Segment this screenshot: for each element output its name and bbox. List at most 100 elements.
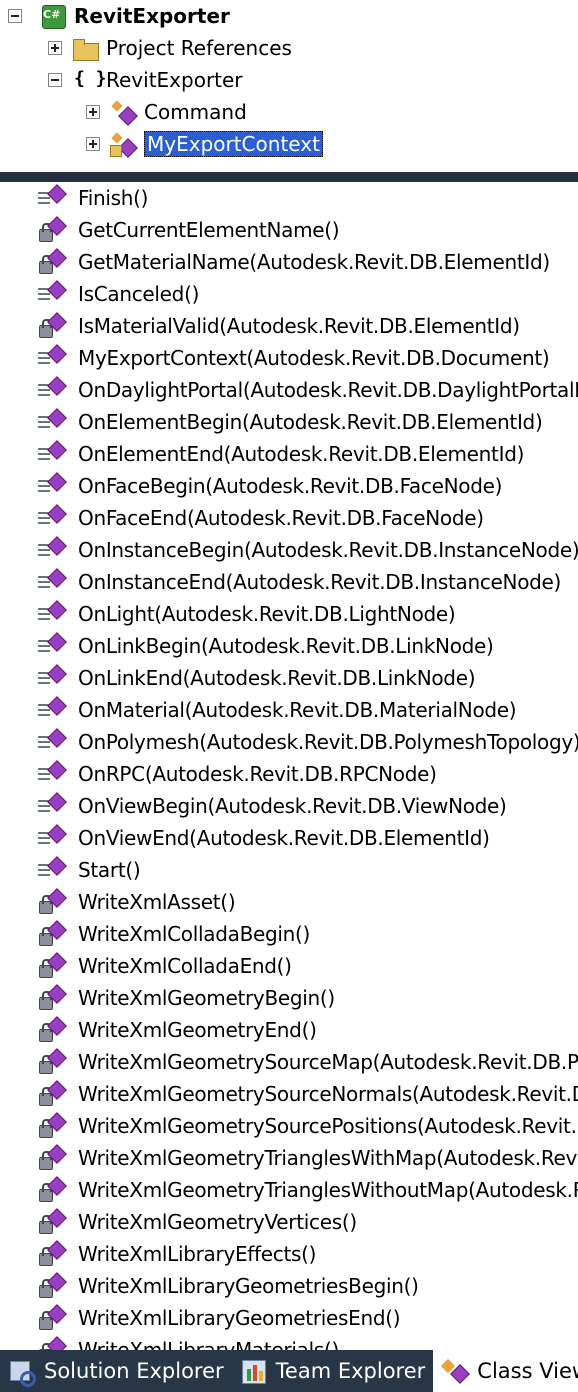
class-view-tree: C# RevitExporter Project References { } …: [0, 0, 578, 172]
tab-team-explorer[interactable]: Team Explorer: [232, 1350, 434, 1392]
member-row[interactable]: WriteXmlGeometryTrianglesWithoutMap(Auto…: [0, 1174, 578, 1206]
member-row[interactable]: OnFaceEnd(Autodesk.Revit.DB.FaceNode): [0, 502, 578, 534]
member-row[interactable]: WriteXmlColladaEnd(): [0, 950, 578, 982]
member-row[interactable]: OnPolymesh(Autodesk.Revit.DB.PolymeshTop…: [0, 726, 578, 758]
member-row[interactable]: OnDaylightPortal(Autodesk.Revit.DB.Dayli…: [0, 374, 578, 406]
public-method-icon: [38, 408, 70, 435]
member-row[interactable]: IsMaterialValid(Autodesk.Revit.DB.Elemen…: [0, 310, 578, 342]
csharp-badge: C#: [43, 8, 61, 21]
member-row[interactable]: OnLinkEnd(Autodesk.Revit.DB.LinkNode): [0, 662, 578, 694]
tab-solution-explorer[interactable]: Solution Explorer: [0, 1350, 232, 1392]
tree-root-row[interactable]: C# RevitExporter: [8, 0, 230, 32]
member-label: WriteXmlGeometrySourcePositions(Autodesk…: [78, 1114, 578, 1138]
member-row[interactable]: OnFaceBegin(Autodesk.Revit.DB.FaceNode): [0, 470, 578, 502]
private-method-icon: [38, 1272, 70, 1299]
private-method-icon: [38, 1048, 70, 1075]
member-row[interactable]: WriteXmlGeometryVertices(): [0, 1206, 578, 1238]
member-row[interactable]: OnLight(Autodesk.Revit.DB.LightNode): [0, 598, 578, 630]
member-label: OnInstanceEnd(Autodesk.Revit.DB.Instance…: [78, 570, 562, 594]
member-row[interactable]: OnViewBegin(Autodesk.Revit.DB.ViewNode): [0, 790, 578, 822]
expand-icon[interactable]: [86, 105, 100, 119]
member-label: OnInstanceBegin(Autodesk.Revit.DB.Instan…: [78, 538, 578, 562]
member-row[interactable]: WriteXmlGeometrySourcePositions(Autodesk…: [0, 1110, 578, 1142]
member-row[interactable]: OnInstanceBegin(Autodesk.Revit.DB.Instan…: [0, 534, 578, 566]
public-method-icon: [38, 568, 70, 595]
public-method-icon: [38, 504, 70, 531]
private-method-icon: [38, 1304, 70, 1331]
collapse-icon[interactable]: [8, 9, 22, 23]
private-method-icon: [38, 248, 70, 275]
member-row[interactable]: OnRPC(Autodesk.Revit.DB.RPCNode): [0, 758, 578, 790]
tab-class-view[interactable]: Class View: [433, 1350, 578, 1392]
member-row[interactable]: GetMaterialName(Autodesk.Revit.DB.Elemen…: [0, 246, 578, 278]
member-row[interactable]: WriteXmlAsset(): [0, 886, 578, 918]
member-row[interactable]: OnElementEnd(Autodesk.Revit.DB.ElementId…: [0, 438, 578, 470]
member-row[interactable]: MyExportContext(Autodesk.Revit.DB.Docume…: [0, 342, 578, 374]
collapse-icon[interactable]: [48, 73, 62, 87]
public-method-icon: [38, 728, 70, 755]
member-row[interactable]: Finish(): [0, 182, 578, 214]
member-row[interactable]: WriteXmlLibraryMaterials(): [0, 1334, 578, 1350]
member-label: WriteXmlColladaBegin(): [78, 922, 311, 946]
class-icon: [110, 131, 138, 158]
member-label: OnViewEnd(Autodesk.Revit.DB.ElementId): [78, 826, 490, 850]
member-label: OnLight(Autodesk.Revit.DB.LightNode): [78, 602, 456, 626]
member-row[interactable]: WriteXmlGeometrySourceNormals(Autodesk.R…: [0, 1078, 578, 1110]
member-label: WriteXmlColladaEnd(): [78, 954, 292, 978]
public-method-icon: [38, 696, 70, 723]
member-row[interactable]: Start(): [0, 854, 578, 886]
member-label: OnLinkEnd(Autodesk.Revit.DB.LinkNode): [78, 666, 476, 690]
member-row[interactable]: WriteXmlLibraryGeometriesEnd(): [0, 1302, 578, 1334]
private-method-icon: [38, 920, 70, 947]
expand-icon[interactable]: [86, 137, 100, 151]
private-method-icon: [38, 888, 70, 915]
private-method-icon: [38, 1080, 70, 1107]
tree-item-command[interactable]: Command: [86, 96, 247, 128]
private-method-icon: [38, 216, 70, 243]
member-row[interactable]: GetCurrentElementName(): [0, 214, 578, 246]
tree-item-project-references[interactable]: Project References: [48, 32, 292, 64]
tree-item-myexportcontext[interactable]: MyExportContext: [86, 128, 323, 160]
member-row[interactable]: WriteXmlColladaBegin(): [0, 918, 578, 950]
member-row[interactable]: OnViewEnd(Autodesk.Revit.DB.ElementId): [0, 822, 578, 854]
member-row[interactable]: OnMaterial(Autodesk.Revit.DB.MaterialNod…: [0, 694, 578, 726]
member-label: WriteXmlLibraryGeometriesBegin(): [78, 1274, 419, 1298]
public-method-icon: [38, 376, 70, 403]
member-label: WriteXmlGeometryVertices(): [78, 1210, 357, 1234]
public-method-icon: [38, 536, 70, 563]
member-label: WriteXmlGeometrySourceNormals(Autodesk.R…: [78, 1082, 578, 1106]
member-row[interactable]: WriteXmlLibraryGeometriesBegin(): [0, 1270, 578, 1302]
folder-icon: [72, 35, 99, 61]
member-label: OnFaceEnd(Autodesk.Revit.DB.FaceNode): [78, 506, 484, 530]
expand-icon[interactable]: [48, 41, 62, 55]
member-label: WriteXmlGeometryTrianglesWithMap(Autodes…: [78, 1146, 578, 1170]
member-row[interactable]: WriteXmlLibraryEffects(): [0, 1238, 578, 1270]
member-label: OnRPC(Autodesk.Revit.DB.RPCNode): [78, 762, 437, 786]
csharp-project-icon: C#: [40, 3, 66, 29]
member-row[interactable]: WriteXmlGeometryBegin(): [0, 982, 578, 1014]
public-method-icon: [38, 824, 70, 851]
tree-root-label: RevitExporter: [74, 4, 230, 28]
member-label: IsMaterialValid(Autodesk.Revit.DB.Elemen…: [78, 314, 520, 338]
member-row[interactable]: WriteXmlGeometryTrianglesWithMap(Autodes…: [0, 1142, 578, 1174]
member-label: OnLinkBegin(Autodesk.Revit.DB.LinkNode): [78, 634, 494, 658]
pane-splitter[interactable]: [0, 172, 578, 182]
member-label: OnPolymesh(Autodesk.Revit.DB.PolymeshTop…: [78, 730, 578, 754]
member-row[interactable]: IsCanceled(): [0, 278, 578, 310]
member-label: WriteXmlLibraryEffects(): [78, 1242, 317, 1266]
namespace-glyph: { }: [74, 68, 107, 89]
member-row[interactable]: OnInstanceEnd(Autodesk.Revit.DB.Instance…: [0, 566, 578, 598]
member-label: OnViewBegin(Autodesk.Revit.DB.ViewNode): [78, 794, 507, 818]
private-method-icon: [38, 1112, 70, 1139]
member-label: Finish(): [78, 186, 149, 210]
member-row[interactable]: OnElementBegin(Autodesk.Revit.DB.Element…: [0, 406, 578, 438]
member-label: OnElementBegin(Autodesk.Revit.DB.Element…: [78, 410, 543, 434]
tree-item-namespace[interactable]: { } RevitExporter: [48, 64, 243, 96]
public-method-icon: [38, 344, 70, 371]
private-method-icon: [38, 312, 70, 339]
member-row[interactable]: WriteXmlGeometrySourceMap(Autodesk.Revit…: [0, 1046, 578, 1078]
member-row[interactable]: OnLinkBegin(Autodesk.Revit.DB.LinkNode): [0, 630, 578, 662]
public-method-icon: [38, 760, 70, 787]
member-row[interactable]: WriteXmlGeometryEnd(): [0, 1014, 578, 1046]
private-method-icon: [38, 1208, 70, 1235]
